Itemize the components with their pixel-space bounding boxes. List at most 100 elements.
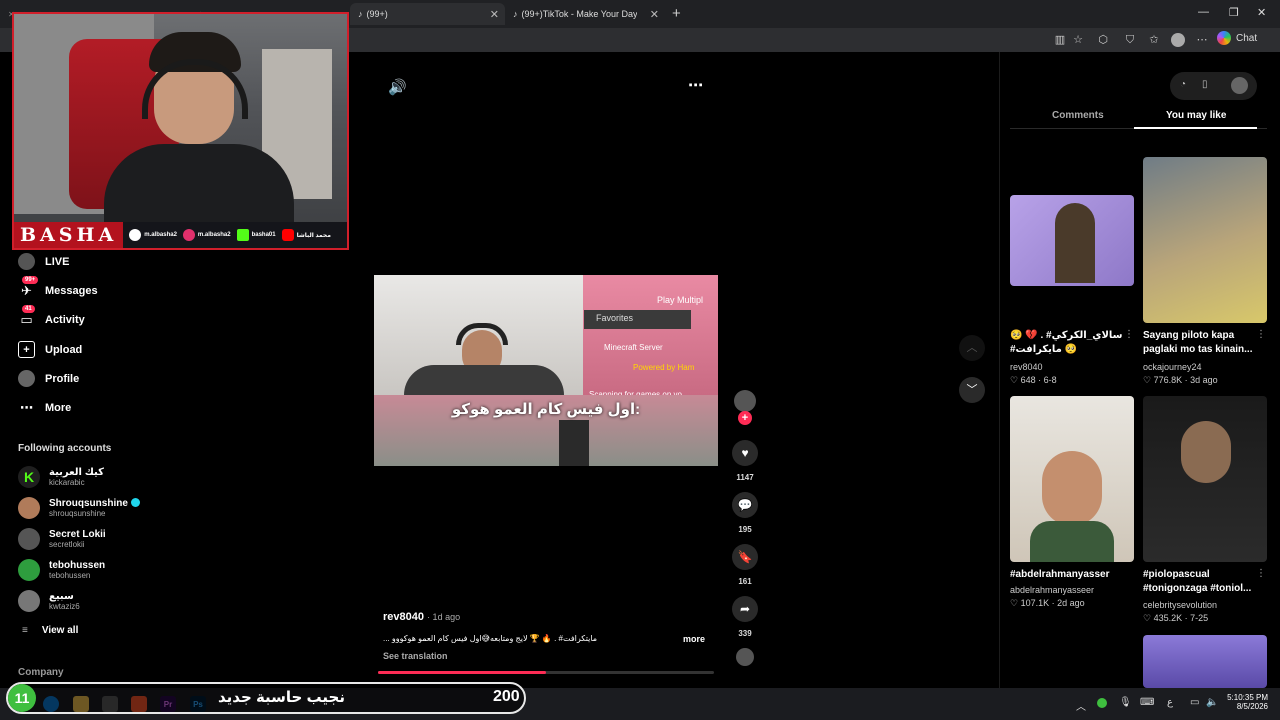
split-screen-icon[interactable]: ▥: [1053, 33, 1067, 47]
sidebar-item-label: More: [45, 401, 72, 414]
like-button[interactable]: ♥: [732, 440, 758, 466]
save-button[interactable]: 🔖: [732, 544, 758, 570]
recommended-video-user[interactable]: celebritysevolution: [1143, 600, 1217, 610]
sidebar-item-live[interactable]: LIVE: [18, 253, 69, 270]
avatar: [18, 528, 40, 550]
volume-icon[interactable]: 🔊: [388, 78, 407, 96]
notification-badge: 99+: [22, 276, 39, 284]
view-all-label: View all: [41, 625, 79, 636]
account-avatar[interactable]: [1231, 77, 1248, 94]
input-language[interactable]: ع: [1167, 697, 1173, 708]
view-all-link[interactable]: ≡ View all: [22, 625, 78, 636]
sidebar-item-label: Activity: [45, 313, 85, 326]
see-translation-link[interactable]: See translation: [383, 651, 448, 661]
tab-tiktok-2[interactable]: ♪ (99+)TikTok - Make Your Day ✕: [505, 3, 665, 25]
sound-disc-icon[interactable]: [736, 648, 754, 666]
verified-icon: [130, 498, 140, 508]
sidebar-item-upload[interactable]: + Upload: [18, 341, 82, 358]
recommended-video-thumbnail[interactable]: [1010, 195, 1134, 286]
tab-comments[interactable]: Comments: [1052, 110, 1104, 121]
chat-button[interactable]: Chat: [1217, 31, 1257, 45]
tray-overflow-icon[interactable]: ︿: [1076, 698, 1086, 713]
recommended-video-thumbnail[interactable]: [1143, 157, 1267, 323]
video-player[interactable]: Play Multipl Favorites Minecraft Server …: [374, 275, 718, 466]
recommended-video-user[interactable]: abdelrahmanyasseer: [1010, 585, 1094, 595]
progress-fill: [378, 671, 546, 674]
recommended-video-title[interactable]: سالاي_الكركي# . 💔 🥺 🥺 مايكرافت#: [1010, 329, 1130, 357]
profile-avatar[interactable]: [1171, 33, 1185, 47]
favorite-star-icon[interactable]: ☆: [1071, 33, 1085, 47]
following-account[interactable]: Shrouqsunshine shrouqsunshine: [18, 497, 140, 519]
following-account[interactable]: Secret Lokii secretlokii: [18, 528, 106, 550]
tab-label: (99+): [366, 9, 388, 19]
extensions-icon[interactable]: ⬡: [1096, 33, 1110, 47]
microphone-icon[interactable]: 🎙: [1119, 697, 1132, 708]
volume-tray-icon[interactable]: 🔈: [1206, 697, 1218, 708]
new-tab-button[interactable]: +: [672, 5, 681, 22]
network-icon[interactable]: ▭: [1190, 697, 1199, 708]
recommended-video-user[interactable]: rev8040: [1010, 362, 1043, 372]
menu-icon[interactable]: ⋯: [1195, 33, 1209, 47]
tiktok-icon: ♪: [358, 9, 363, 19]
expand-description-button[interactable]: more: [683, 634, 705, 644]
video-progress-bar[interactable]: [378, 671, 714, 674]
phone-icon[interactable]: ▯: [1202, 79, 1208, 90]
recommended-video-title[interactable]: #piolopascual #tonigonzaga #toniol...: [1143, 568, 1263, 596]
company-link[interactable]: Company: [18, 667, 64, 678]
next-video-button[interactable]: ﹀: [959, 377, 985, 403]
more-icon: ⋯: [20, 399, 33, 415]
card-more-icon[interactable]: ⋮: [1256, 329, 1266, 340]
sidebar-item-profile[interactable]: Profile: [18, 370, 79, 387]
minimize-button[interactable]: —: [1198, 6, 1209, 18]
close-tab-icon[interactable]: ✕: [650, 8, 659, 21]
close-tab-icon[interactable]: ✕: [490, 8, 499, 21]
sidebar-item-activity[interactable]: ▭ 41 Activity: [18, 305, 85, 328]
tab-label: (99+)TikTok - Make Your Day: [521, 9, 638, 19]
social-youtube: محمد الباشا: [281, 229, 331, 241]
following-account[interactable]: سبيع kwtaziz6: [18, 590, 80, 612]
tab-tiktok-1[interactable]: ♪ (99+) ✕: [350, 3, 505, 25]
sidebar-item-label: Upload: [45, 343, 83, 356]
share-icon: ➦: [739, 602, 751, 616]
kick-icon: K: [18, 466, 40, 488]
previous-video-button[interactable]: ︿: [959, 335, 985, 361]
timer-icon[interactable]: ◔: [1180, 79, 1186, 90]
instagram-icon: [182, 229, 195, 241]
comment-button[interactable]: 💬: [732, 492, 758, 518]
favorites-icon[interactable]: ✩: [1147, 33, 1161, 47]
account-username: kwtaziz6: [49, 601, 80, 611]
shield-icon[interactable]: ⛉: [1123, 33, 1137, 47]
clock[interactable]: 5:10:35 PM 8/5/2026: [1224, 693, 1268, 711]
tab-you-may-like[interactable]: You may like: [1166, 110, 1226, 121]
account-name: سبيع: [49, 590, 74, 602]
maximize-button[interactable]: ❐: [1229, 6, 1239, 19]
sidebar-item-label: LIVE: [45, 255, 70, 268]
recommended-video-thumbnail[interactable]: [1010, 396, 1134, 562]
like-count: 1147: [736, 473, 754, 482]
goal-count: 200: [493, 688, 520, 705]
following-account[interactable]: tebohussen tebohussen: [18, 559, 105, 581]
recommended-video-stats: ♡ 435.2K · 7-25: [1143, 613, 1209, 623]
video-more-options-icon[interactable]: ⋯: [688, 76, 703, 94]
video-author[interactable]: rev8040 · 1d ago: [383, 611, 460, 623]
card-more-icon[interactable]: ⋮: [1124, 329, 1134, 340]
sidebar-item-more[interactable]: ⋯ More: [18, 399, 71, 416]
follow-plus-icon[interactable]: +: [738, 411, 752, 425]
recommended-video-user[interactable]: ockajourney24: [1143, 362, 1202, 372]
recommended-video-title[interactable]: #abdelrahmanyasser: [1010, 568, 1130, 582]
chat-label: Chat: [1236, 32, 1258, 44]
recommended-video-thumbnail[interactable]: [1143, 396, 1267, 562]
sidebar-item-messages[interactable]: ✈ 99+ Messages: [18, 276, 98, 299]
recommended-video-title[interactable]: Sayang piloto kapa paglaki mo tas kinain…: [1143, 329, 1263, 357]
author-avatar[interactable]: [734, 390, 756, 412]
social-kick: basha01: [236, 229, 276, 241]
active-tab-indicator: [1134, 127, 1257, 129]
following-account[interactable]: K كيك العربية kickarabic: [18, 466, 104, 488]
share-button[interactable]: ➦: [732, 596, 758, 622]
close-window-button[interactable]: ✕: [1257, 6, 1266, 19]
recommended-video-thumbnail[interactable]: [1143, 635, 1267, 688]
keyboard-icon[interactable]: ⌨: [1140, 697, 1154, 708]
card-more-icon[interactable]: ⋮: [1256, 568, 1266, 579]
youtube-icon: [281, 229, 294, 241]
tray-app-icon[interactable]: [1097, 698, 1107, 708]
